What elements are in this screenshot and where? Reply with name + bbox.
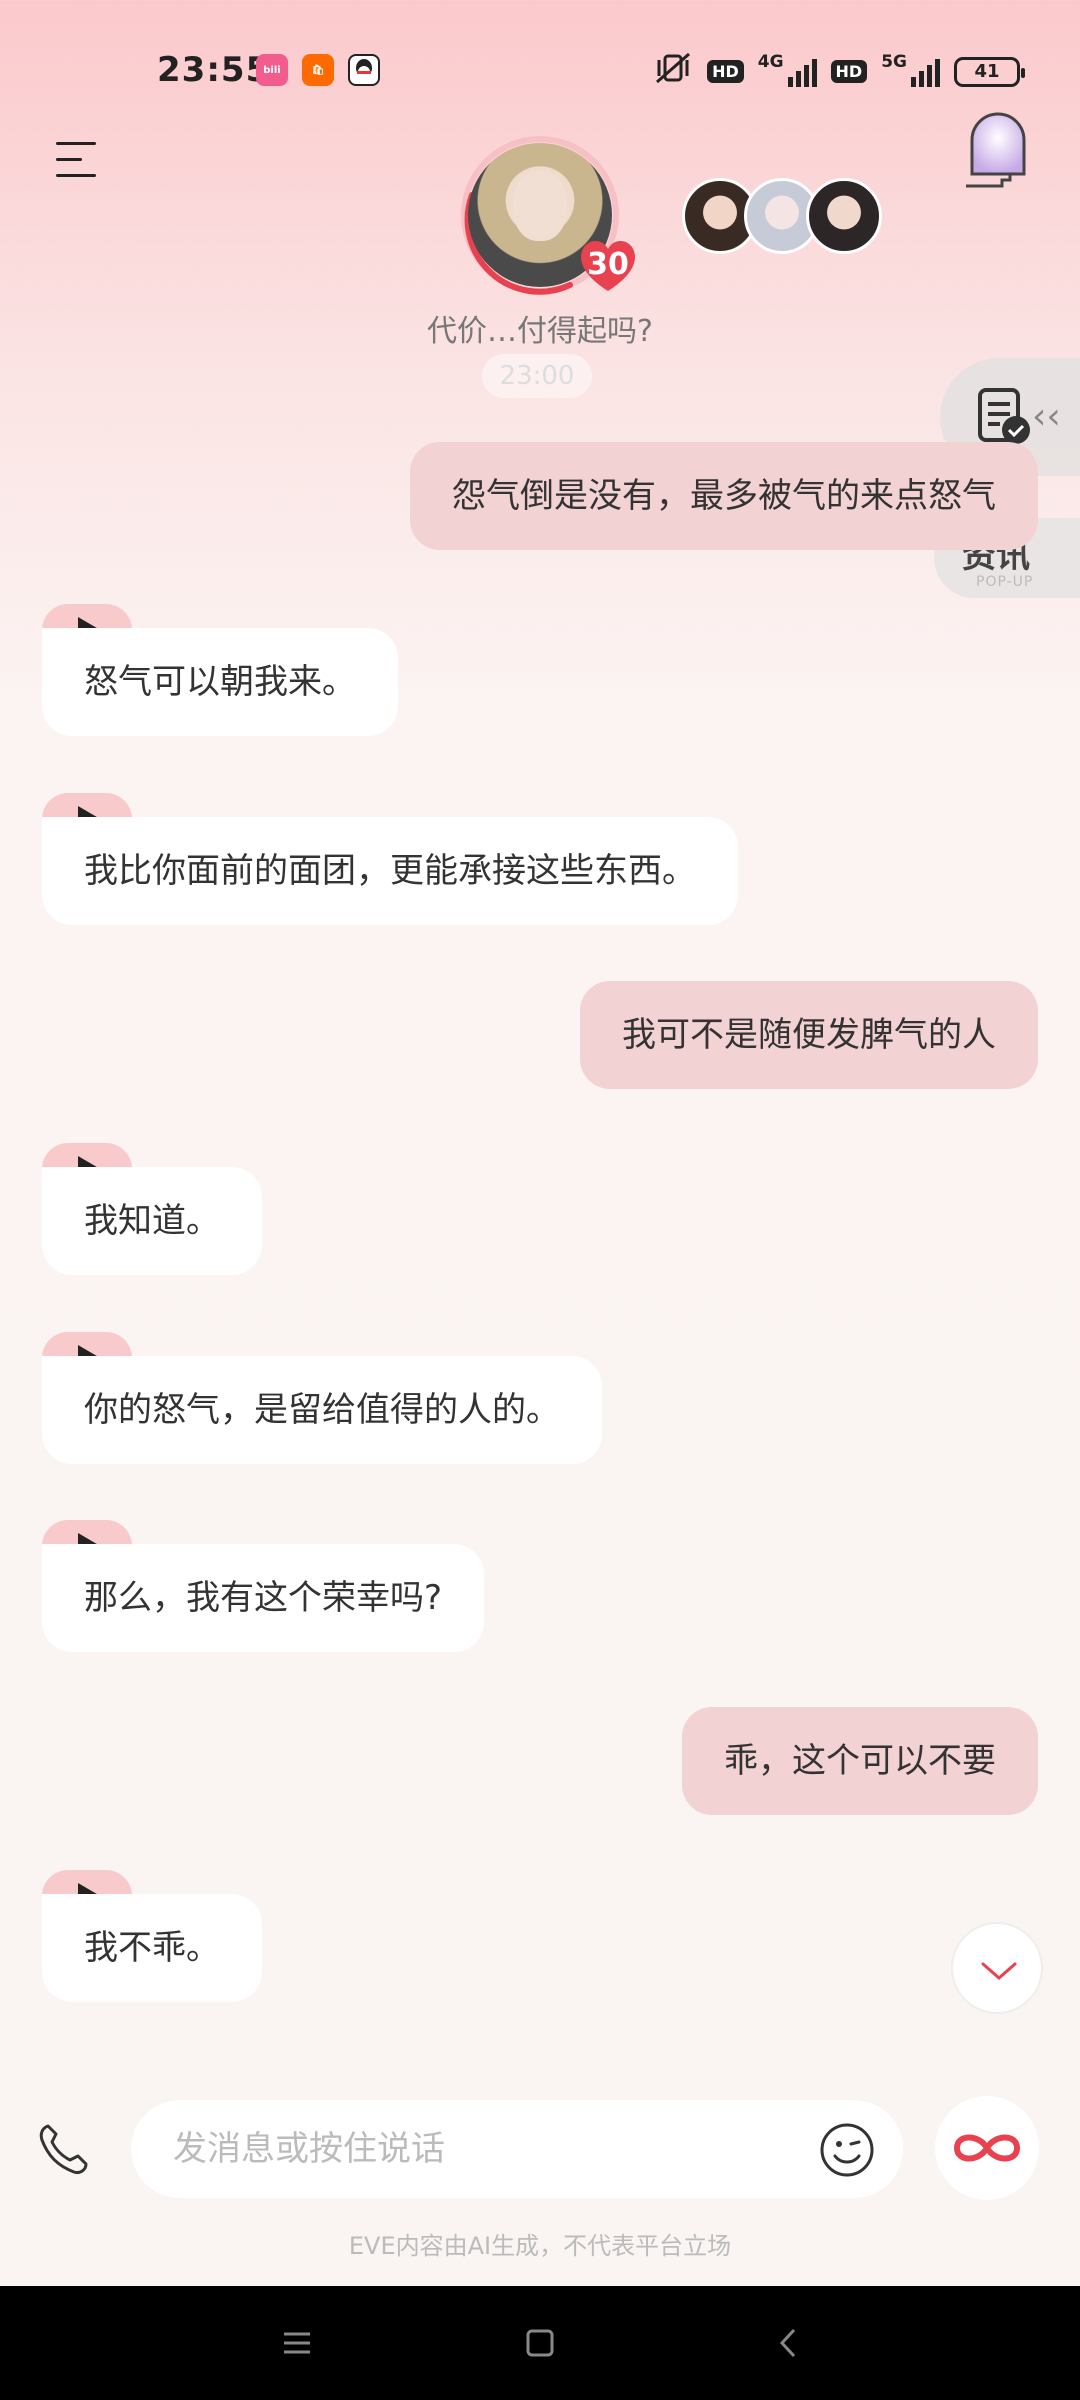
affinity-level: 30 [587,247,629,282]
hd-badge-2: HD [830,60,868,83]
emoji-icon[interactable] [819,2122,875,2178]
scroll-to-bottom-button[interactable] [951,1922,1043,2014]
network-type-2: 5G [881,51,907,72]
message-timestamp: 23:00 [482,354,592,398]
hd-badge-1: HD [707,60,744,83]
ai-message-text: 我知道。 [42,1167,262,1275]
menu-icon[interactable] [56,142,100,178]
network-type-1: 4G [757,51,784,72]
ai-message-text: 那么，我有这个荣幸吗? [42,1544,485,1652]
user-message[interactable]: 我可不是随便发脾气的人 [580,981,1038,1089]
back-icon[interactable] [766,2320,812,2366]
vibrate-mute-icon [653,50,693,93]
document-check-icon [978,388,1030,444]
character-switcher[interactable] [682,178,882,254]
mi-store-icon: 🛍 [302,54,334,86]
signal-icon-2 [911,57,940,87]
arch-door-icon[interactable] [962,110,1034,190]
message-input-box[interactable] [131,2100,903,2198]
message-input[interactable] [173,2100,793,2198]
status-bar: 23:55 bili 🛍 HD 4G HD 5G 41 [0,0,1080,140]
recent-apps-icon[interactable] [274,2320,320,2366]
signal-icon-1 [787,57,817,87]
user-message[interactable]: 怨气倒是没有，最多被气的来点怒气 [410,442,1038,550]
character-tagline: 代价…付得起吗? [427,314,653,349]
ai-message-text: 你的怒气，是留给值得的人的。 [42,1356,602,1464]
affinity-level-badge: 30 [576,233,640,297]
phone-call-icon[interactable] [36,2120,92,2176]
character-avatar[interactable]: 30 [460,135,635,295]
system-nav-bar [0,2286,1080,2400]
infinity-icon [953,2134,1021,2162]
bilibili-icon: bili [256,54,288,86]
user-message[interactable]: 乖，这个可以不要 [682,1707,1038,1815]
eve-infinity-button[interactable] [935,2096,1039,2200]
ai-message-text: 我不乖。 [42,1894,262,2002]
ai-message-text: 我比你面前的面团，更能承接这些东西。 [42,817,738,925]
chevron-down-icon [981,1962,1017,1980]
status-time: 23:55 [157,50,271,90]
qq-icon [348,54,380,86]
notification-icons: bili 🛍 [256,54,380,86]
collapse-chevron-icon: ‹‹ [1032,396,1061,437]
news-subtitle: POP-UP [976,574,1034,590]
battery-indicator: 41 [954,56,1025,87]
status-indicators: HD 4G HD 5G 41 [653,50,1025,93]
character-avatar-3[interactable] [806,178,882,254]
ai-message-text: 怒气可以朝我来。 [42,628,398,736]
home-icon[interactable] [517,2320,563,2366]
ai-disclaimer: EVE内容由AI生成，不代表平台立场 [348,2232,732,2260]
